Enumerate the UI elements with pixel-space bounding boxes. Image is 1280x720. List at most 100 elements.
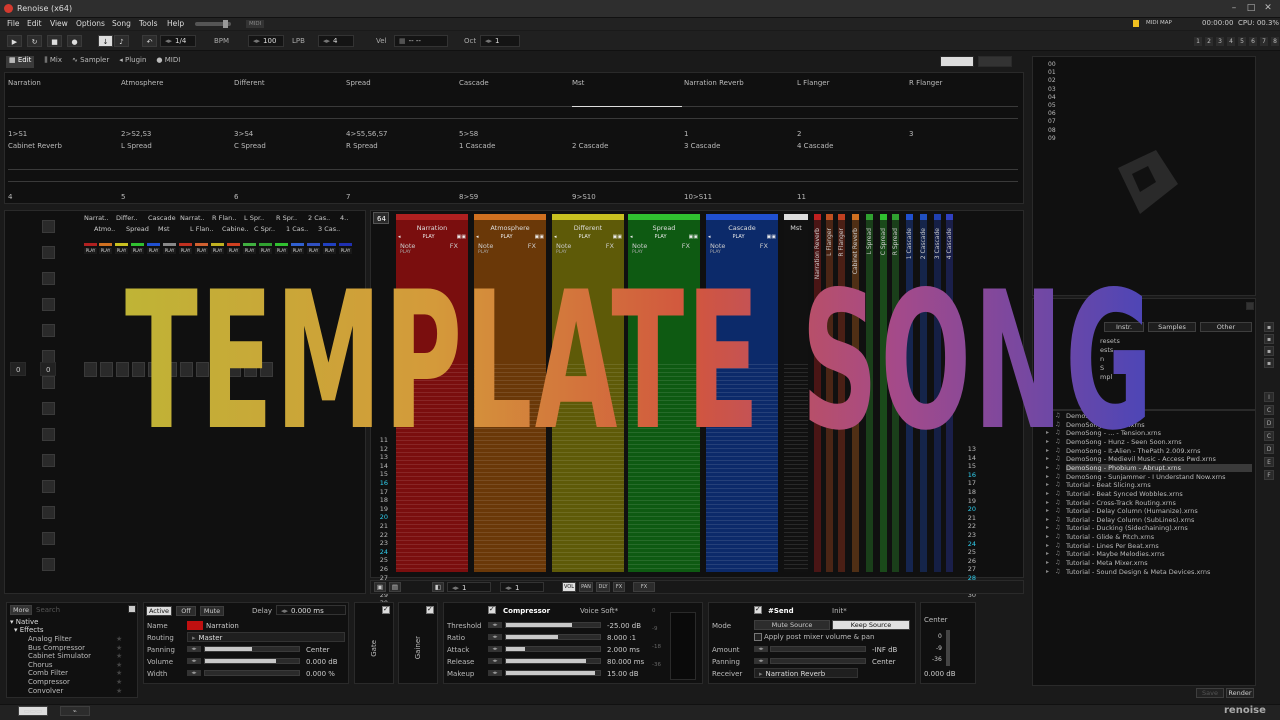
oct-key-7[interactable]: 7 bbox=[1260, 37, 1268, 46]
mini-grid-cell[interactable] bbox=[42, 402, 55, 415]
song-file-item[interactable]: DemoSong - ... - Tension.xrns bbox=[1066, 429, 1161, 437]
send-track[interactable]: C Spread bbox=[880, 214, 887, 572]
tab-plugin[interactable]: ◂ Plugin bbox=[119, 56, 146, 68]
bpm-value[interactable]: ◂▸ 100 bbox=[248, 35, 284, 47]
pattern-track[interactable]: Narration ◂ PLAY ▣▣ Note FX PLAY bbox=[396, 214, 468, 572]
song-file-item[interactable]: Tutorial - Beat Synced Wobbles.xrns bbox=[1066, 490, 1183, 498]
routing-select[interactable]: ▸ Master bbox=[187, 632, 345, 642]
seq-slot-label[interactable]: 5>S8 bbox=[459, 130, 478, 138]
menu-help[interactable]: Help bbox=[167, 19, 184, 28]
pattern-track[interactable]: Cascade ◂ PLAY ▣▣ Note FX PLAY bbox=[706, 214, 778, 572]
maximize-icon[interactable]: □ bbox=[1245, 3, 1257, 14]
instrument-slot-number[interactable]: 04 bbox=[1048, 94, 1056, 101]
mini-mixer-play-button[interactable]: PLAY bbox=[99, 248, 112, 254]
spectrum-toggle[interactable] bbox=[978, 56, 1012, 67]
apply-post-checkbox[interactable] bbox=[754, 633, 762, 641]
mini-mixer-play-button[interactable]: PLAY bbox=[195, 248, 208, 254]
seq-slot-label[interactable]: 1 Cascade bbox=[459, 142, 495, 150]
mini-mixer-play-button[interactable]: PLAY bbox=[227, 248, 240, 254]
slider-arrows[interactable]: ◂▸ bbox=[488, 670, 502, 676]
mini-grid-cell[interactable] bbox=[42, 428, 55, 441]
compressor-param-slider[interactable] bbox=[505, 658, 601, 664]
mini-grid-cell[interactable] bbox=[42, 454, 55, 467]
send-track[interactable]: Narration Reverb bbox=[814, 214, 821, 572]
mini-grid-cell[interactable] bbox=[42, 246, 55, 259]
slider-arrows[interactable]: ◂▸ bbox=[187, 658, 201, 664]
seq-slot-label[interactable]: 10>S11 bbox=[684, 193, 712, 201]
tab-mix[interactable]: ⫼ Mix bbox=[44, 56, 62, 68]
pattern-btn-1[interactable]: ▣ bbox=[374, 582, 386, 592]
amount-arrows[interactable]: ◂▸ bbox=[754, 646, 768, 652]
mini-mixer-play-button[interactable]: PLAY bbox=[307, 248, 320, 254]
track-options-icon[interactable]: ▣▣ bbox=[457, 234, 466, 240]
fx-column-toggle[interactable]: FX bbox=[613, 582, 625, 592]
minimize-icon[interactable]: – bbox=[1228, 3, 1240, 14]
status-pattern-button[interactable]: ▭▭▭ bbox=[18, 706, 48, 716]
tab-edit[interactable]: ▦ Edit bbox=[6, 56, 35, 68]
seq-slot-label[interactable]: Cascade bbox=[459, 79, 489, 87]
instrument-slot-number[interactable]: 03 bbox=[1048, 86, 1056, 93]
fx-select[interactable]: FX bbox=[633, 582, 655, 592]
browser-tab-samples[interactable]: Samples bbox=[1148, 322, 1196, 332]
tree-expand-icon[interactable]: ▸ bbox=[1046, 559, 1049, 566]
browser-folder-item[interactable]: mpl bbox=[1100, 373, 1112, 381]
seq-slot-label[interactable]: 5 bbox=[121, 193, 125, 201]
song-file-item[interactable]: Tutorial - Cross-Track Routing.xrns bbox=[1066, 499, 1176, 507]
song-file-item[interactable]: Tutorial - Delay Column (Humanize).xrns bbox=[1066, 507, 1198, 515]
octave-value[interactable]: ◂▸ 1 bbox=[480, 35, 520, 47]
song-file-item[interactable]: Tutorial - Delay Column (SubLines).xrns bbox=[1066, 516, 1194, 524]
effects-search-input[interactable]: Search bbox=[36, 606, 60, 614]
keep-source-button[interactable]: Keep Source bbox=[832, 620, 910, 630]
instrument-slot-number[interactable]: 01 bbox=[1048, 69, 1056, 76]
seq-slot-label[interactable]: 4 bbox=[8, 193, 12, 201]
browser-tab-instr[interactable]: Instr. bbox=[1104, 322, 1144, 332]
seq-slot-label[interactable]: R Spread bbox=[346, 142, 378, 150]
browser-side-button[interactable]: D bbox=[1264, 444, 1274, 454]
seq-slot-label[interactable]: 4 Cascade bbox=[797, 142, 833, 150]
mini-grid-cell[interactable] bbox=[164, 362, 177, 377]
effect-item[interactable]: Bus Compressor bbox=[28, 644, 85, 652]
seq-slot-label[interactable]: 7 bbox=[346, 193, 350, 201]
browser-dropdown-icon[interactable] bbox=[1246, 302, 1254, 310]
compressor-param-slider[interactable] bbox=[505, 634, 601, 640]
seq-slot-label[interactable]: 2 bbox=[797, 130, 801, 138]
favorite-star-icon[interactable]: ★ bbox=[116, 678, 122, 686]
send-track[interactable]: 4 Cascade bbox=[946, 214, 953, 572]
mini-grid-cell[interactable] bbox=[260, 362, 273, 377]
mini-grid-cell[interactable] bbox=[42, 376, 55, 389]
seq-slot-label[interactable]: L Flanger bbox=[797, 79, 829, 87]
tab-midi[interactable]: ● MIDI bbox=[156, 56, 180, 68]
song-file-item[interactable]: Tutorial - Lines Per Beat.xrns bbox=[1066, 542, 1159, 550]
mini-mixer-play-button[interactable]: PLAY bbox=[323, 248, 336, 254]
mini-grid-cell[interactable] bbox=[42, 324, 55, 337]
step-length-value[interactable]: ◂▸ 1/4 bbox=[160, 35, 196, 47]
mini-mixer-play-button[interactable]: PLAY bbox=[84, 248, 97, 254]
mini-grid-cell[interactable] bbox=[132, 362, 145, 377]
mini-mixer-play-button[interactable]: PLAY bbox=[275, 248, 288, 254]
tree-expand-icon[interactable]: ▸ bbox=[1046, 429, 1049, 436]
master-track[interactable]: Mst bbox=[784, 214, 808, 572]
compressor-enable-checkbox[interactable] bbox=[488, 605, 496, 614]
mini-mixer-play-button[interactable]: PLAY bbox=[147, 248, 160, 254]
menu-edit[interactable]: Edit bbox=[27, 19, 42, 28]
track-collapse-icon[interactable]: ◂ bbox=[630, 234, 633, 240]
velocity-value[interactable]: ▦ -- -- bbox=[394, 35, 448, 47]
song-file-item[interactable]: Tutorial - Beat Slicing.xrns bbox=[1066, 481, 1151, 489]
seq-slot-label[interactable]: 3 bbox=[909, 130, 913, 138]
seq-slot-label[interactable]: 2>S2,S3 bbox=[121, 130, 151, 138]
seq-slot-label[interactable]: 6 bbox=[234, 193, 238, 201]
scope-toggle[interactable] bbox=[940, 56, 974, 67]
menu-view[interactable]: View bbox=[50, 19, 68, 28]
send-track[interactable]: R Spread bbox=[892, 214, 899, 572]
tree-expand-icon[interactable]: ▸ bbox=[1046, 533, 1049, 540]
song-file-item[interactable]: Tutorial - Sound Design & Meta Devices.x… bbox=[1066, 568, 1210, 576]
instrument-slot-number[interactable]: 00 bbox=[1048, 61, 1056, 68]
favorite-star-icon[interactable]: ★ bbox=[116, 644, 122, 652]
seq-slot-label[interactable]: 11 bbox=[797, 193, 806, 201]
song-file-item[interactable]: DemoSong - Hunz - Seen Soon.xrns bbox=[1066, 438, 1182, 446]
dly-column-toggle[interactable]: DLY bbox=[596, 582, 610, 592]
send-panning-slider[interactable] bbox=[770, 658, 866, 664]
left-value-box-2[interactable]: 0 bbox=[40, 362, 56, 376]
slider-arrows[interactable]: ◂▸ bbox=[187, 670, 201, 676]
pan-column-toggle[interactable]: PAN bbox=[579, 582, 593, 592]
